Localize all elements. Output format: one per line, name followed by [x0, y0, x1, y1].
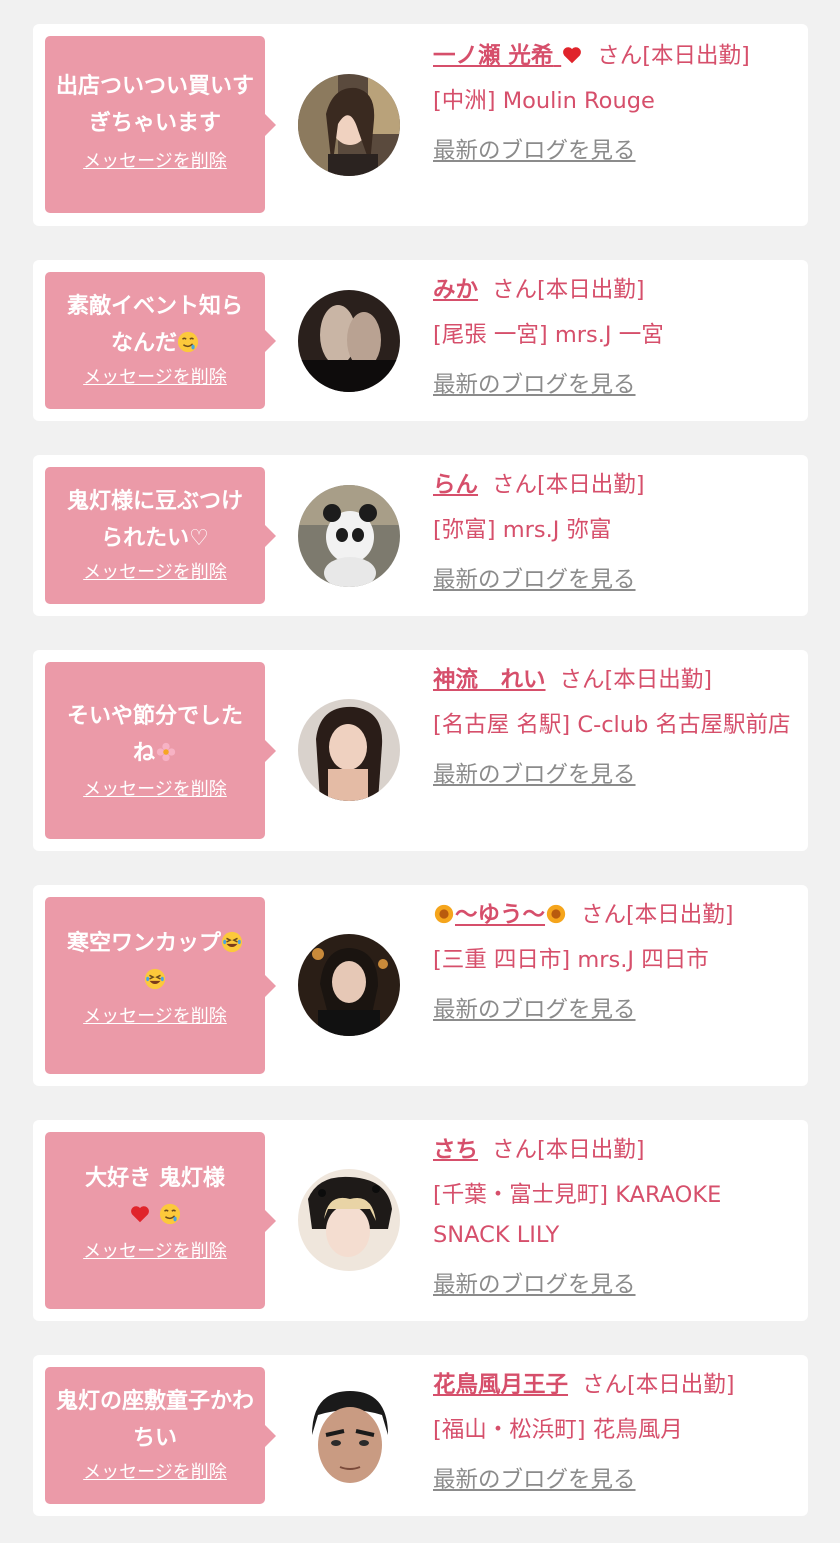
shop-name: [中洲] Moulin Rouge [433, 88, 655, 114]
view-blog-link[interactable]: 最新のブログを見る [433, 131, 636, 172]
avatar[interactable] [298, 699, 400, 801]
shop-name: [福山・松浜町] 花鳥風月 [433, 1417, 683, 1443]
message-card: 素敵イベント知らなんだ メッセージを削除 みか さん[本日出勤] [尾張 一宮] … [33, 260, 808, 421]
view-blog-link[interactable]: 最新のブログを見る [433, 1460, 636, 1501]
user-info: 神流 れい さん[本日出勤] [名古屋 名駅] C-club 名古屋駅前店 最新の… [433, 660, 793, 796]
view-blog-link[interactable]: 最新のブログを見る [433, 560, 636, 601]
user-name-link[interactable]: 〜ゆう〜 [433, 902, 567, 928]
message-text: そいや節分でしたね [66, 704, 243, 766]
drooling-face-icon [159, 1203, 181, 1228]
shop-name: [尾張 一宮] mrs.J 一宮 [433, 322, 664, 348]
message-card: 大好き 鬼灯様 メッセージを削除 さち さん[本日出勤] [千葉・富士見町] KA… [33, 1120, 808, 1321]
message-text: 鬼灯の座敷童子かわちい [55, 1389, 254, 1451]
message-text: 寒空ワンカップ [53, 925, 257, 999]
status-suffix: さん[本日出勤] [492, 472, 645, 498]
delete-message-link[interactable]: メッセージを削除 [83, 561, 227, 585]
message-bubble: 大好き 鬼灯様 メッセージを削除 [45, 1132, 276, 1309]
flower-icon [155, 741, 177, 766]
avatar[interactable] [298, 74, 400, 176]
delete-message-link[interactable]: メッセージを削除 [83, 1240, 227, 1264]
avatar[interactable] [298, 1169, 400, 1271]
avatar[interactable] [298, 934, 400, 1036]
view-blog-link[interactable]: 最新のブログを見る [433, 755, 636, 796]
user-name-link[interactable]: さち [433, 1137, 478, 1163]
delete-message-link[interactable]: メッセージを削除 [83, 366, 227, 390]
status-suffix: さん[本日出勤] [597, 43, 750, 69]
avatar[interactable] [298, 290, 400, 392]
status-suffix: さん[本日出勤] [581, 902, 734, 928]
user-info: らん さん[本日出勤] [弥富] mrs.J 弥富 最新のブログを見る [433, 465, 793, 601]
message-bubble: 素敵イベント知らなんだ メッセージを削除 [45, 272, 276, 409]
message-card: 鬼灯の座敷童子かわちい メッセージを削除 花鳥風月王子 さん[本日出勤] [福山・… [33, 1355, 808, 1516]
user-info: 〜ゆう〜 さん[本日出勤] [三重 四日市] mrs.J 四日市 最新のブログを見… [433, 895, 793, 1031]
message-bubble: そいや節分でしたね メッセージを削除 [45, 662, 276, 839]
message-text: 出店ついつい買いすぎちゃいます [55, 74, 254, 136]
drooling-face-icon [177, 331, 199, 356]
message-text: 素敵イベント知らなんだ [66, 294, 243, 356]
avatar[interactable] [298, 1385, 400, 1487]
sunflower-icon [433, 902, 455, 928]
user-name-link[interactable]: 一ノ瀬 光希 [433, 43, 583, 69]
message-bubble: 鬼灯の座敷童子かわちい メッセージを削除 [45, 1367, 276, 1504]
rolling-laughing-icon [221, 931, 243, 956]
delete-message-link[interactable]: メッセージを削除 [83, 1461, 227, 1485]
message-bubble: 鬼灯様に豆ぶつけられたい♡ メッセージを削除 [45, 467, 276, 604]
sunflower-icon [545, 902, 567, 928]
user-info: みか さん[本日出勤] [尾張 一宮] mrs.J 一宮 最新のブログを見る [433, 270, 793, 406]
user-name-link[interactable]: 神流 れい [433, 667, 546, 693]
user-name: 〜ゆう〜 [455, 902, 546, 928]
message-text: 大好き 鬼灯様 [53, 1160, 257, 1234]
shop-name: [弥富] mrs.J 弥富 [433, 517, 612, 543]
user-info: 一ノ瀬 光希 さん[本日出勤] [中洲] Moulin Rouge 最新のブログ… [433, 36, 793, 172]
red-heart-icon [129, 1203, 151, 1228]
red-heart-icon [561, 43, 583, 69]
status-suffix: さん[本日出勤] [492, 277, 645, 303]
message-card: 寒空ワンカップ メッセージを削除 〜ゆう〜 さん[本日出勤] [三重 四日市] m… [33, 885, 808, 1086]
shop-name: [三重 四日市] mrs.J 四日市 [433, 947, 709, 973]
status-suffix: さん[本日出勤] [582, 1372, 735, 1398]
message-bubble: 出店ついつい買いすぎちゃいます メッセージを削除 [45, 36, 276, 213]
shop-name: [千葉・富士見町] KARAOKE SNACK LILY [433, 1182, 722, 1248]
message-card: そいや節分でしたね メッセージを削除 神流 れい さん[本日出勤] [名古屋 名駅… [33, 650, 808, 851]
message-text: 鬼灯様に豆ぶつけられたい♡ [66, 489, 243, 551]
shop-name: [名古屋 名駅] C-club 名古屋駅前店 [433, 712, 791, 738]
user-name: 一ノ瀬 光希 [433, 43, 554, 69]
user-name-link[interactable]: らん [433, 472, 478, 498]
status-suffix: さん[本日出勤] [492, 1137, 645, 1163]
user-name-link[interactable]: みか [433, 277, 478, 303]
delete-message-link[interactable]: メッセージを削除 [83, 150, 227, 174]
user-name-link[interactable]: 花鳥風月王子 [433, 1372, 568, 1398]
user-info: 花鳥風月王子 さん[本日出勤] [福山・松浜町] 花鳥風月 最新のブログを見る [433, 1365, 805, 1501]
message-bubble: 寒空ワンカップ メッセージを削除 [45, 897, 276, 1074]
view-blog-link[interactable]: 最新のブログを見る [433, 1265, 636, 1306]
avatar[interactable] [298, 485, 400, 587]
status-suffix: さん[本日出勤] [559, 667, 713, 693]
delete-message-link[interactable]: メッセージを削除 [83, 778, 227, 802]
message-card: 鬼灯様に豆ぶつけられたい♡ メッセージを削除 らん さん[本日出勤] [弥富] m… [33, 455, 808, 616]
view-blog-link[interactable]: 最新のブログを見る [433, 365, 636, 406]
message-card: 出店ついつい買いすぎちゃいます メッセージを削除 一ノ瀬 光希 さん[本日出勤]… [33, 24, 808, 226]
view-blog-link[interactable]: 最新のブログを見る [433, 990, 636, 1031]
rolling-laughing-icon [144, 968, 166, 993]
user-info: さち さん[本日出勤] [千葉・富士見町] KARAOKE SNACK LILY … [433, 1130, 793, 1306]
delete-message-link[interactable]: メッセージを削除 [83, 1005, 227, 1029]
